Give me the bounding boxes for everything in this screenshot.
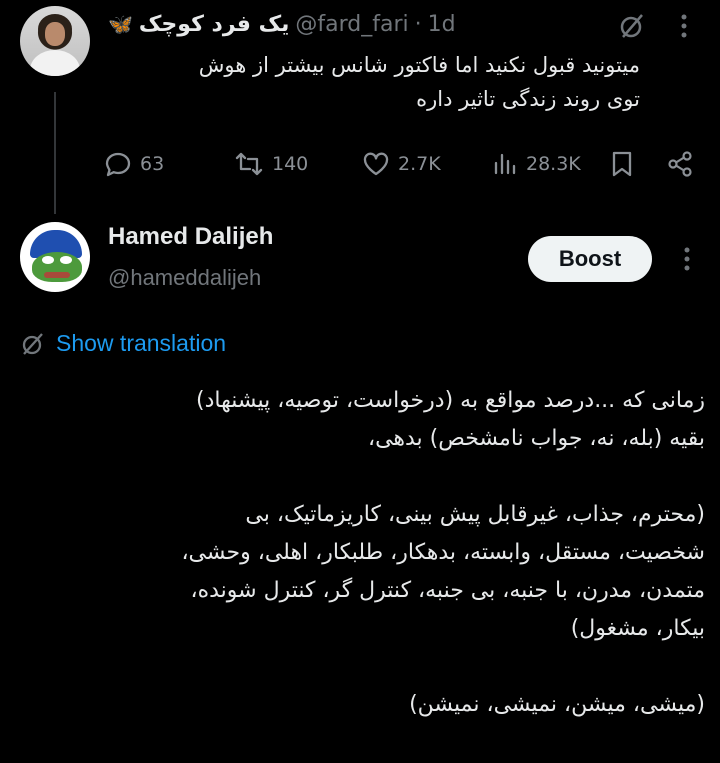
tweet-text: میتونید قبول نکنید اما فاکتور شانس بیشتر… [80,48,640,116]
tweet-text-line: توی روند زندگی تاثیر داره [416,87,640,111]
bookmark-icon [612,151,632,177]
more-options-icon[interactable] [668,8,700,44]
handle[interactable]: @hameddalijeh [108,265,261,291]
butterfly-emoji: 🦋 [108,12,133,36]
reply-icon [105,152,131,177]
bar-chart-icon [494,153,516,175]
separator: · [414,11,422,37]
grok-icon [22,332,43,355]
boost-button[interactable]: Boost [528,236,652,282]
tweet-text-line: (میشی، میشن، نمیشی، نمیشن) [409,692,705,717]
repost-count: 140 [272,153,309,175]
display-name[interactable]: Hamed Dalijeh [108,223,273,251]
show-translation-label: Show translation [56,330,227,356]
view-count: 28.3K [526,153,581,175]
views-button[interactable]: 28.3K [492,151,581,177]
reply-count: 63 [140,153,165,175]
handle[interactable]: @fard_fari [295,12,408,37]
tweet-text-line: زمانی که ...درصد مواقع به (درخواست، توصی… [196,388,705,413]
reply-button[interactable]: 63 [104,150,164,178]
tweet-text-line: شخصیت، مستقل، وابسته، بدهکار، طلبکار، اه… [181,540,705,565]
like-button[interactable]: 2.7K [362,151,441,177]
avatar[interactable] [20,222,90,292]
grok-icon[interactable] [612,8,652,44]
tweet-text: زمانی که ...درصد مواقع به (درخواست، توصی… [20,382,705,724]
tweet-actions: 63 140 2.7K 28.3K [104,146,704,182]
thread-connector-line [54,92,56,214]
tweet-text-line: بقیه (بله، نه، جواب نامشخص) بدهی، [367,426,705,451]
repost-button[interactable]: 140 [234,150,308,178]
tweet-header: 🦋 یک فرد کوچک @fard_fari · 1d [108,6,456,42]
timestamp[interactable]: 1d [428,12,456,37]
like-count: 2.7K [398,153,441,175]
repost-icon [235,152,263,176]
bookmark-button[interactable] [610,150,634,178]
tweet-text-line: بیکار، مشغول) [570,616,705,641]
show-translation-link[interactable]: Show translation [20,330,226,357]
share-button[interactable] [666,150,694,178]
tweet-text-line: متمدن، مدرن، با جنبه، بی جنبه، کنترل گر،… [190,578,706,603]
share-icon [668,151,692,177]
tweet-text-line: میتونید قبول نکنید اما فاکتور شانس بیشتر… [198,53,640,77]
heart-icon [363,152,389,176]
tweet-text-line: (محترم، جذاب، غیرقابل پیش بینی، کاریزمات… [245,502,705,527]
more-options-icon[interactable] [672,240,702,278]
display-name[interactable]: یک فرد کوچک [139,12,289,37]
